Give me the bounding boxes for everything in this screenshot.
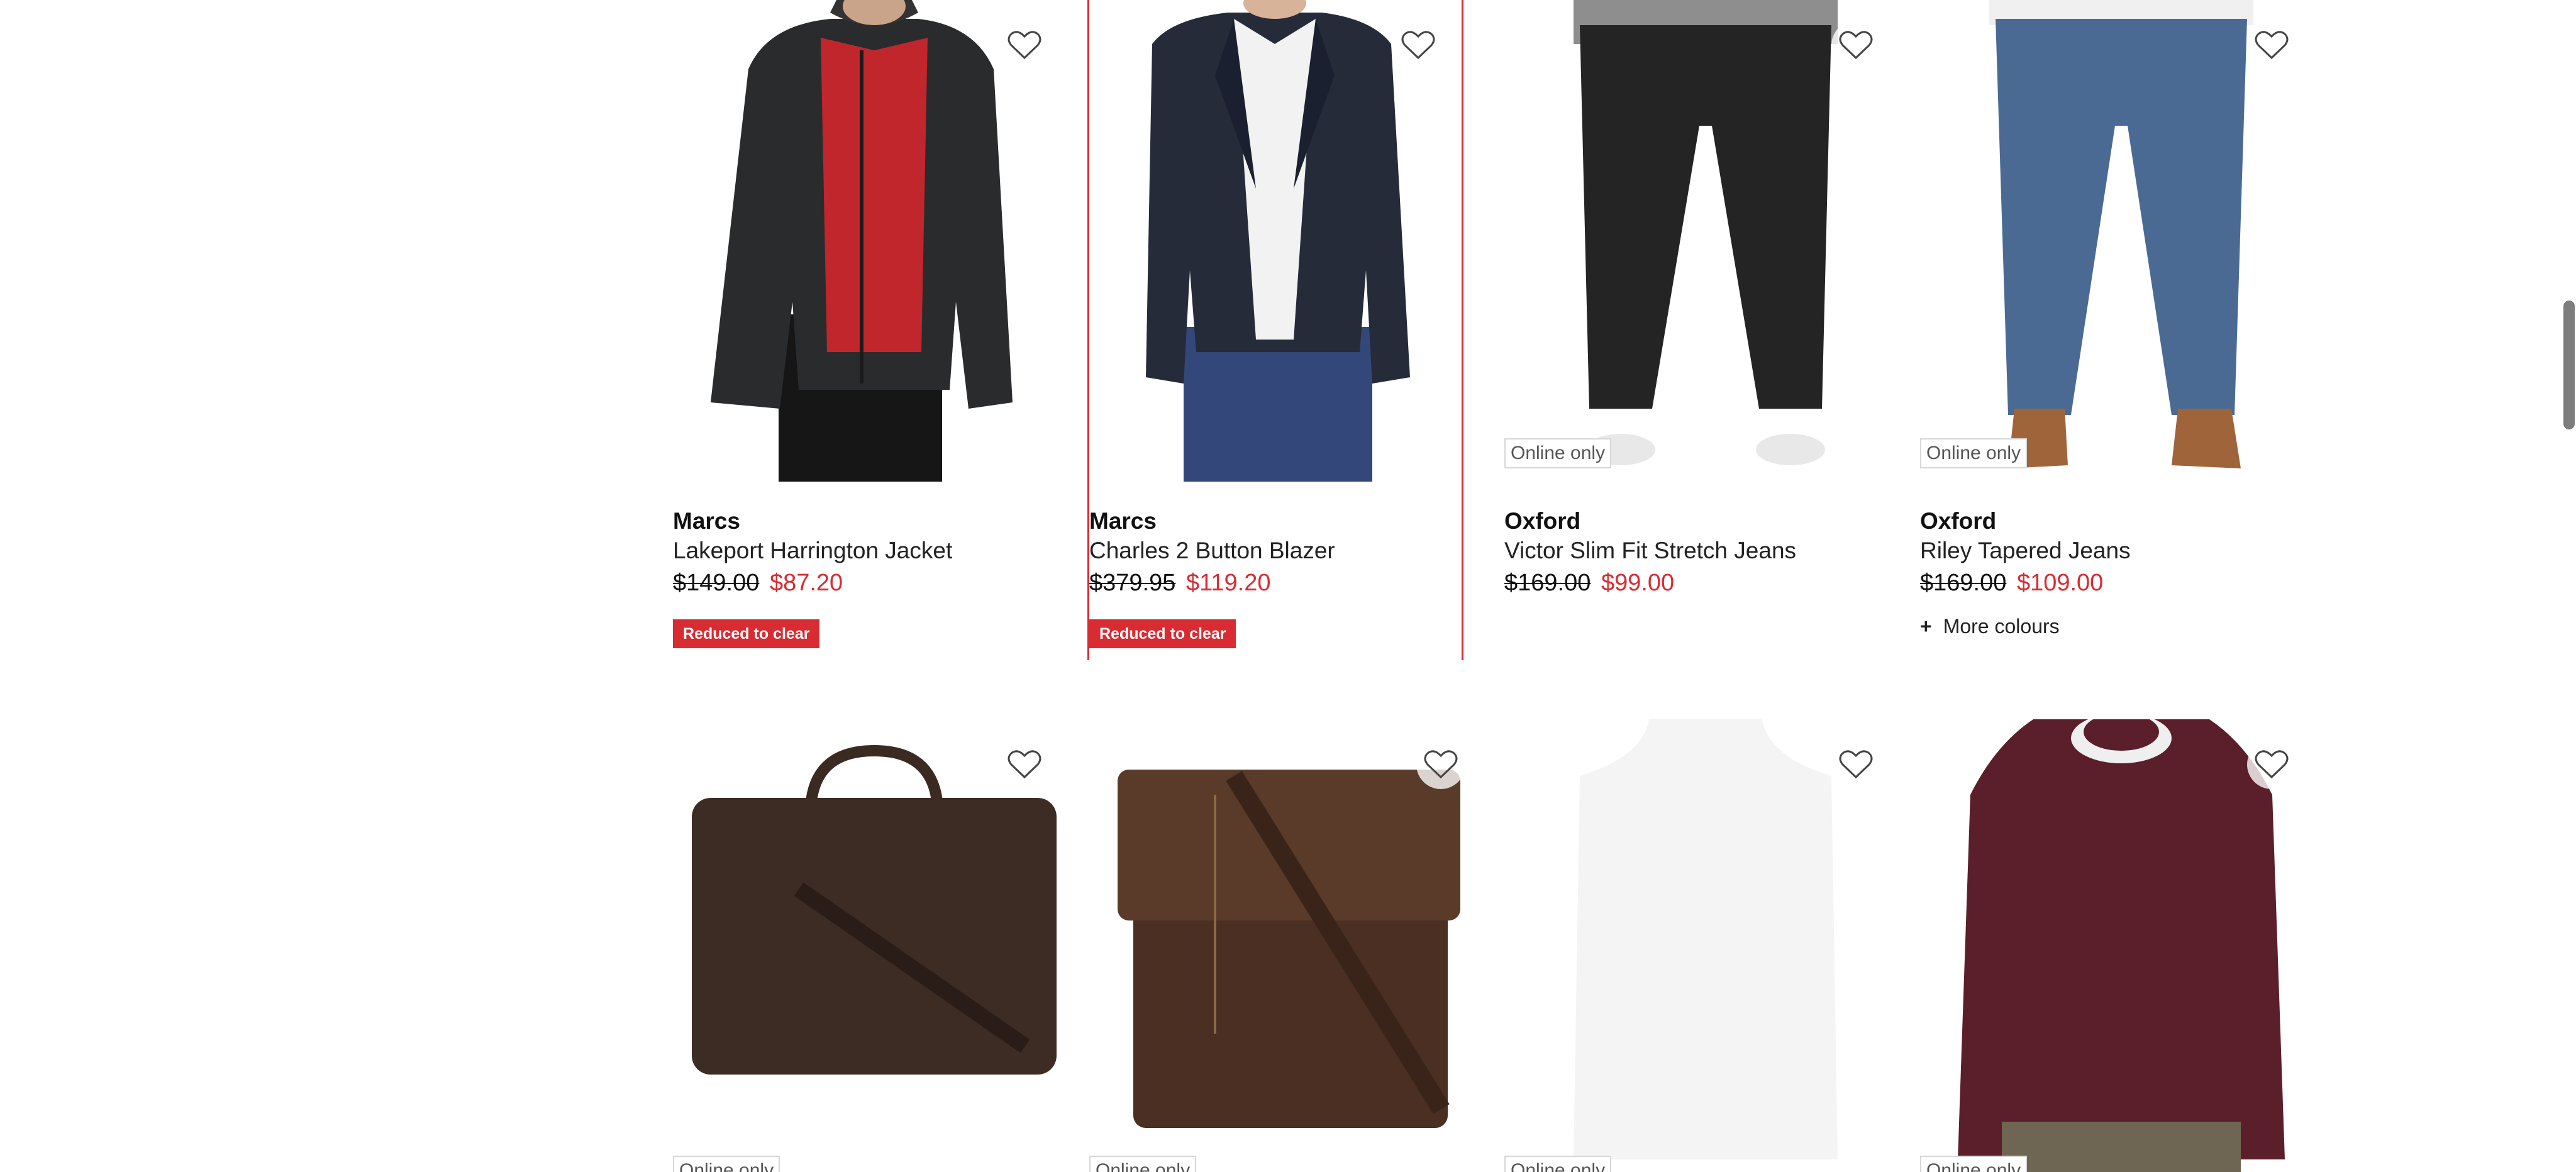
heart-icon <box>1008 31 1041 60</box>
more-colours-link[interactable]: + More colours <box>1920 615 2060 638</box>
product-name[interactable]: Lakeport Harrington Jacket <box>673 538 952 564</box>
add-to-wishlist-button[interactable] <box>1831 21 1880 70</box>
product-prices: $169.00 $99.00 <box>1504 570 1674 597</box>
was-price: $169.00 <box>1504 570 1591 596</box>
reduced-to-clear-badge: Reduced to clear <box>673 619 820 648</box>
heart-icon <box>1839 31 1873 60</box>
sale-price: $87.20 <box>769 570 843 596</box>
was-price: $379.95 <box>1089 570 1176 596</box>
add-to-wishlist-button[interactable] <box>1000 740 1049 789</box>
product-card[interactable]: Online only <box>1089 719 1492 1172</box>
page-scrollbar[interactable] <box>2562 0 2576 1172</box>
product-card[interactable]: Online only Oxford Victor Slim Fit Stret… <box>1504 0 1907 660</box>
product-brand: Marcs <box>673 508 740 534</box>
sale-price: $109.00 <box>2016 570 2104 596</box>
heart-icon <box>1839 750 1873 779</box>
was-price: $149.00 <box>673 570 760 596</box>
online-only-badge: Online only <box>1920 438 2028 468</box>
product-image-black-jeans[interactable] <box>1504 0 1907 482</box>
plus-icon: + <box>1920 615 1932 638</box>
add-to-wishlist-button[interactable] <box>2247 21 2296 70</box>
product-card[interactable]: Online only <box>1920 719 2323 1172</box>
product-brand: Oxford <box>1504 508 1581 534</box>
product-name[interactable]: Charles 2 Button Blazer <box>1089 538 1335 564</box>
heart-icon <box>1424 750 1458 779</box>
add-to-wishlist-button[interactable] <box>1831 740 1880 789</box>
product-prices: $169.00 $109.00 <box>1920 570 2103 597</box>
add-to-wishlist-button[interactable] <box>1416 740 1465 789</box>
more-colours-label: More colours <box>1943 615 2060 638</box>
product-card[interactable]: Online only <box>1504 719 1907 1172</box>
product-grid-page: Marcs Lakeport Harrington Jacket $149.00… <box>0 0 2576 1172</box>
product-image-jacket[interactable] <box>673 0 1075 482</box>
product-card-highlighted[interactable]: Marcs Charles 2 Button Blazer $379.95 $1… <box>1087 0 1463 660</box>
add-to-wishlist-button[interactable] <box>2247 740 2296 789</box>
product-brand: Marcs <box>1089 508 1157 534</box>
heart-icon <box>1401 31 1435 60</box>
reduced-to-clear-badge: Reduced to clear <box>1089 619 1236 648</box>
product-prices: $149.00 $87.20 <box>673 570 843 597</box>
was-price: $169.00 <box>1920 570 2007 596</box>
product-brand: Oxford <box>1920 508 1997 534</box>
sale-price: $99.00 <box>1601 570 1675 596</box>
product-card[interactable]: Online only <box>673 719 1075 1172</box>
online-only-badge: Online only <box>1089 1156 1197 1172</box>
heart-icon <box>2255 750 2289 779</box>
online-only-badge: Online only <box>1504 1156 1612 1172</box>
scrollbar-thumb[interactable] <box>2563 301 2575 429</box>
online-only-badge: Online only <box>673 1156 780 1172</box>
sale-price: $119.20 <box>1185 570 1271 596</box>
online-only-badge: Online only <box>1504 438 1612 468</box>
add-to-wishlist-button[interactable] <box>1000 21 1049 70</box>
product-name[interactable]: Victor Slim Fit Stretch Jeans <box>1504 538 1796 564</box>
product-card[interactable]: Marcs Lakeport Harrington Jacket $149.00… <box>673 0 1075 660</box>
heart-icon <box>2255 31 2289 60</box>
product-name[interactable]: Riley Tapered Jeans <box>1920 538 2131 564</box>
product-prices: $379.95 $119.20 <box>1089 570 1270 597</box>
add-to-wishlist-button[interactable] <box>1394 21 1443 70</box>
online-only-badge: Online only <box>1920 1156 2028 1172</box>
product-image-blazer[interactable] <box>1089 0 1462 482</box>
heart-icon <box>1008 750 1041 779</box>
product-card[interactable]: Online only Oxford Riley Tapered Jeans $… <box>1920 0 2323 660</box>
product-image-blue-jeans[interactable] <box>1920 0 2323 482</box>
